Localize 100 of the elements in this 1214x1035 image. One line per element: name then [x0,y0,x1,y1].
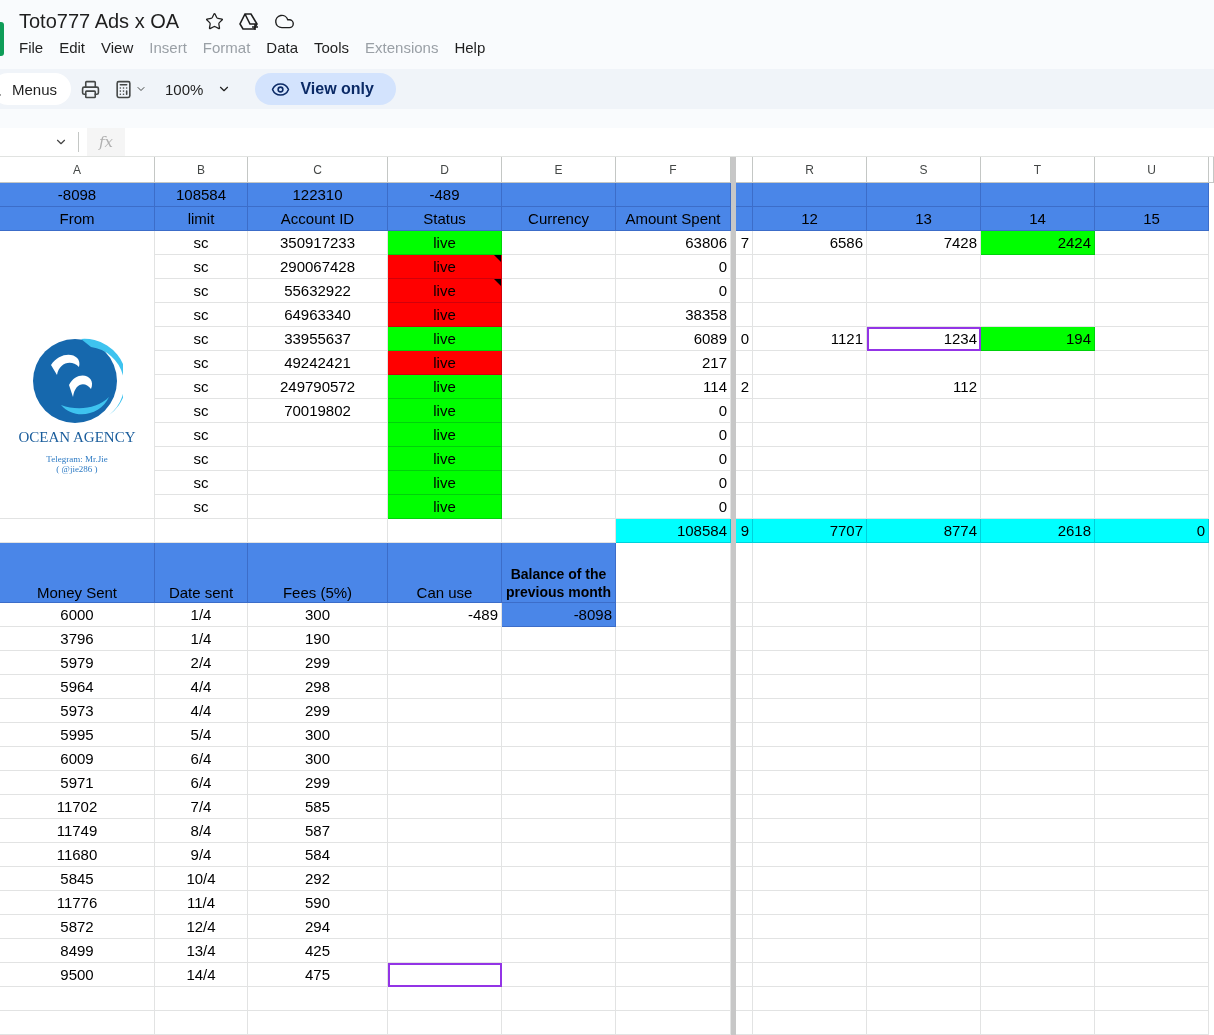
table-cell[interactable] [502,255,616,279]
table-cell[interactable]: 6089 [616,327,731,351]
menu-item[interactable]: Tools [306,37,358,58]
table-cell[interactable] [867,891,981,915]
column-header[interactable]: A [0,157,155,183]
table-cell[interactable] [736,351,753,375]
table-cell[interactable] [1095,375,1209,399]
table-cell[interactable]: sc [155,279,248,303]
table-cell[interactable] [616,699,731,723]
table-cell[interactable]: sc [155,423,248,447]
table-cell[interactable] [1095,843,1209,867]
table-cell[interactable] [1095,1011,1209,1035]
table-cell[interactable] [736,795,753,819]
table-cell[interactable] [1095,963,1209,987]
table-cell[interactable] [502,891,616,915]
table-cell[interactable]: 290067428 [248,255,388,279]
table-cell[interactable] [981,255,1095,279]
table-cell[interactable] [981,939,1095,963]
table-cell[interactable] [867,699,981,723]
table-cell[interactable] [981,843,1095,867]
table-cell[interactable] [867,399,981,423]
table-cell[interactable] [388,843,502,867]
table-cell[interactable] [0,1011,155,1035]
table-cell[interactable] [388,771,502,795]
table-cell[interactable] [1095,771,1209,795]
column-header[interactable] [736,157,753,183]
table-cell[interactable] [753,723,867,747]
table-cell[interactable]: 5971 [0,771,155,795]
table-cell[interactable]: live [388,495,502,519]
table-cell[interactable] [1095,279,1209,303]
menu-item[interactable]: View [93,37,142,58]
table-cell[interactable] [502,795,616,819]
table-cell[interactable]: 5/4 [155,723,248,747]
table-cell[interactable] [502,183,616,207]
star-icon[interactable] [205,12,225,31]
table-cell[interactable]: 7/4 [155,795,248,819]
table-cell[interactable]: 299 [248,651,388,675]
table-cell[interactable] [981,771,1095,795]
table-cell[interactable] [736,255,753,279]
table-cell[interactable] [502,867,616,891]
table-cell[interactable] [502,447,616,471]
table-cell[interactable] [736,675,753,699]
table-cell[interactable] [1095,351,1209,375]
table-cell[interactable] [616,963,731,987]
table-cell[interactable]: live [388,231,502,255]
table-cell[interactable]: Fees (5%) [248,543,388,603]
table-cell[interactable] [502,627,616,651]
table-cell[interactable] [753,255,867,279]
table-cell[interactable] [248,495,388,519]
drive-add-icon[interactable] [238,11,261,32]
column-header[interactable]: D [388,157,502,183]
table-cell[interactable]: 1/4 [155,603,248,627]
table-cell[interactable]: -8098 [502,603,616,627]
table-cell[interactable] [736,603,753,627]
table-cell[interactable] [867,867,981,891]
table-cell[interactable] [388,675,502,699]
table-cell[interactable] [388,891,502,915]
table-cell[interactable] [736,723,753,747]
table-cell[interactable] [155,987,248,1011]
table-cell[interactable] [981,375,1095,399]
table-cell[interactable] [502,963,616,987]
table-cell[interactable] [736,447,753,471]
table-cell[interactable] [248,471,388,495]
table-cell[interactable]: 425 [248,939,388,963]
column-header[interactable]: S [867,157,981,183]
table-cell[interactable] [736,867,753,891]
table-cell[interactable] [1095,651,1209,675]
table-cell[interactable] [736,183,753,207]
table-cell[interactable] [867,771,981,795]
table-cell[interactable] [502,231,616,255]
table-cell[interactable] [502,723,616,747]
table-cell[interactable] [1095,627,1209,651]
table-cell[interactable]: 300 [248,603,388,627]
table-cell[interactable]: 0 [616,495,731,519]
table-cell[interactable] [753,423,867,447]
table-cell[interactable]: 6/4 [155,747,248,771]
table-cell[interactable]: 38358 [616,303,731,327]
table-cell[interactable] [1095,447,1209,471]
table-cell[interactable]: sc [155,255,248,279]
table-cell[interactable] [388,819,502,843]
table-cell[interactable] [388,651,502,675]
table-cell[interactable] [502,423,616,447]
table-cell[interactable] [388,987,502,1011]
table-cell[interactable] [867,675,981,699]
table-cell[interactable] [753,867,867,891]
table-cell[interactable] [753,603,867,627]
table-cell[interactable] [981,795,1095,819]
table-cell[interactable] [753,939,867,963]
table-cell[interactable]: Balance of the previous month [502,543,616,603]
table-cell[interactable] [867,423,981,447]
table-cell[interactable] [502,303,616,327]
table-cell[interactable] [1095,183,1209,207]
table-cell[interactable]: 1121 [753,327,867,351]
table-cell[interactable]: live [388,471,502,495]
table-cell[interactable] [867,255,981,279]
table-cell[interactable] [155,1011,248,1035]
table-cell[interactable] [981,183,1095,207]
table-cell[interactable] [388,1011,502,1035]
table-cell[interactable]: 0 [616,423,731,447]
table-cell[interactable] [753,471,867,495]
